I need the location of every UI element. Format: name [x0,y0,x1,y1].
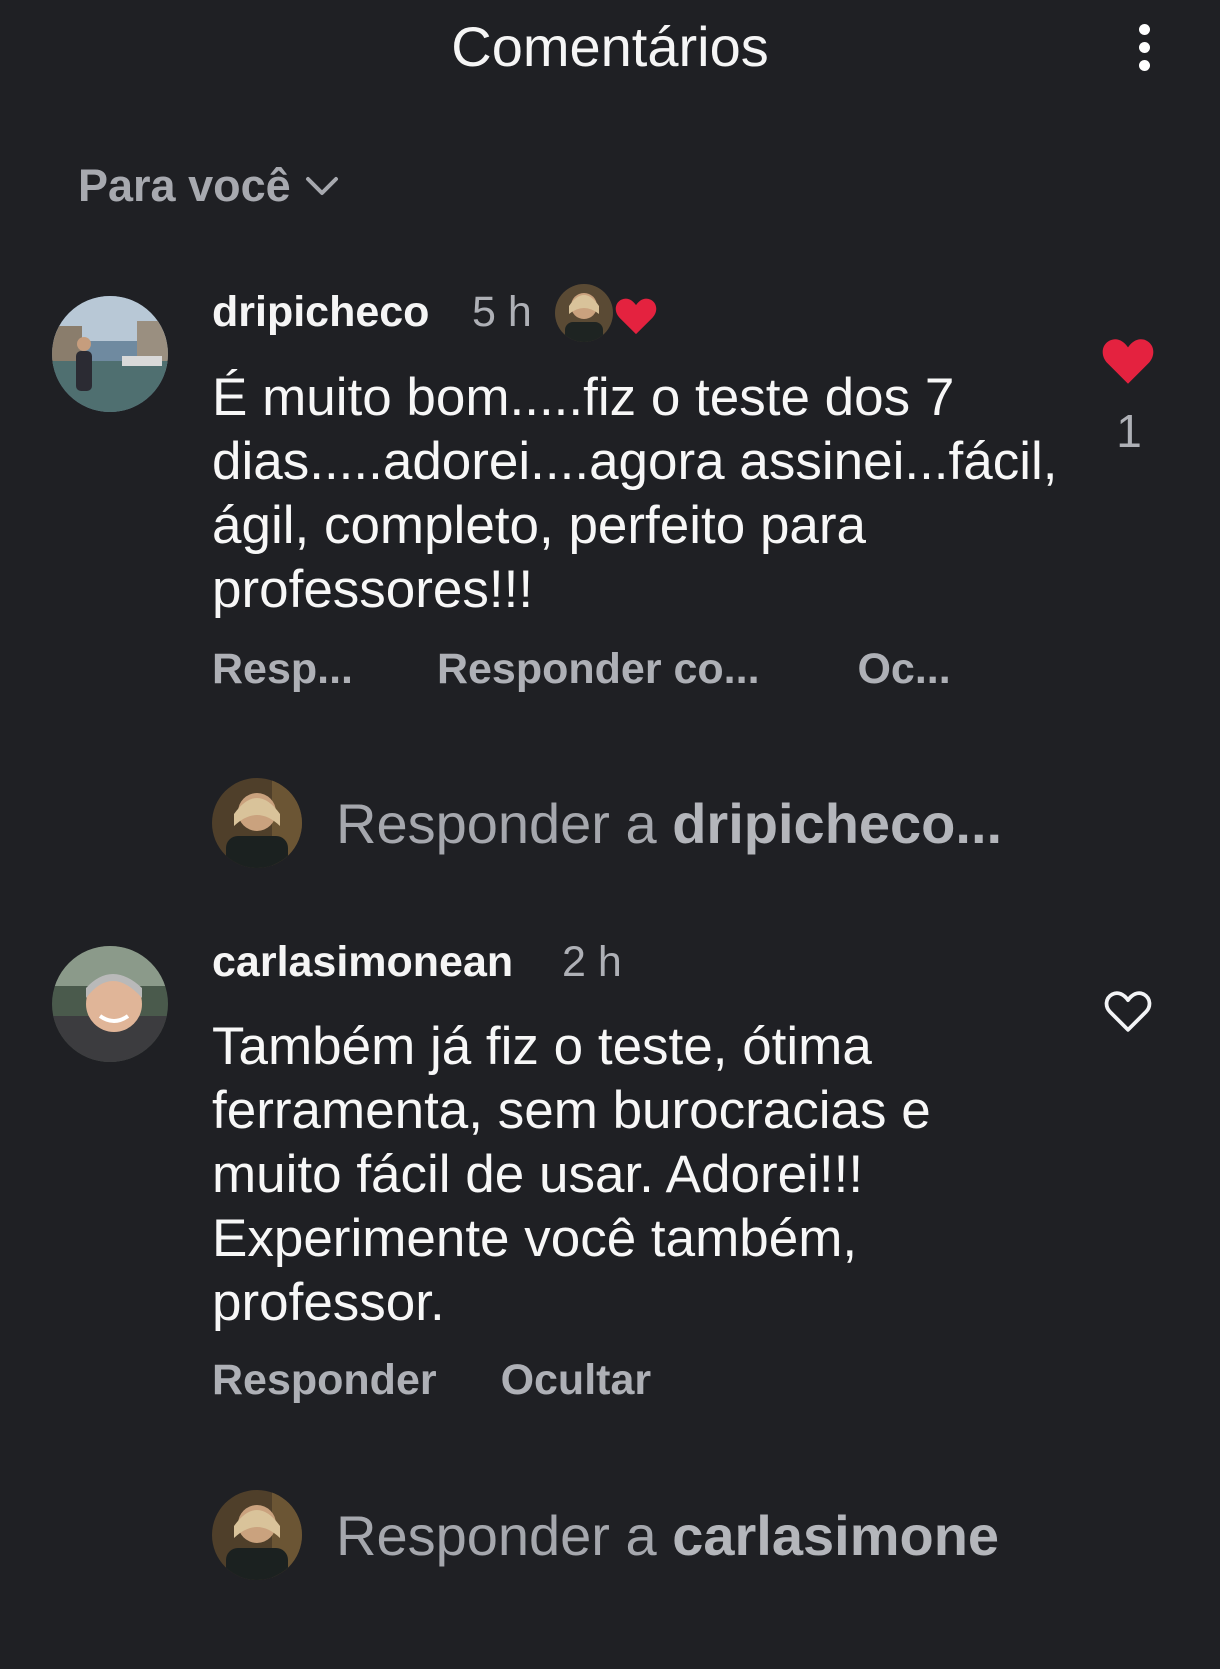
avatar [212,1490,302,1580]
avatar [212,778,302,868]
heart-outline-icon[interactable] [1102,988,1154,1034]
comment-actions: Responder Ocultar [212,1356,651,1405]
reply-button[interactable]: Responder [212,1356,437,1405]
page-title: Comentários [451,15,769,78]
reply-input[interactable]: Responder a dripicheco... [212,778,1002,868]
more-options-icon[interactable] [1126,18,1162,78]
heart-filled-icon[interactable] [1100,336,1156,386]
comment-text: Também já fiz o teste, ótima ferramenta,… [212,1017,931,1332]
chevron-down-icon [305,177,338,195]
hide-button[interactable]: Oc... [857,645,950,694]
avatar[interactable] [52,946,168,1062]
comment-text: É muito bom.....fiz o teste dos 7 dias..… [212,368,1058,619]
comment-username[interactable]: carlasimonean [212,938,513,987]
hide-button[interactable]: Ocultar [501,1356,652,1405]
reply-with-button[interactable]: Responder co... [437,645,760,694]
header: Comentários [0,0,1220,100]
author-avatar [555,284,613,342]
sort-filter-label: Para você [78,160,291,211]
reply-placeholder: Responder a dripicheco... [336,791,1003,855]
like-count: 1 [1116,405,1142,457]
comment-time: 5 h [472,288,532,336]
reply-button[interactable]: Resp... [212,645,353,694]
reply-placeholder: Responder a carlasimone [336,1503,1000,1567]
comment-time: 2 h [562,938,622,986]
author-liked-heart-icon [615,298,657,335]
comment-username[interactable]: dripicheco [212,288,429,337]
comment-actions: Resp... Responder co... Oc... [212,645,951,694]
avatar[interactable] [52,296,168,412]
reply-input[interactable]: Responder a carlasimone [212,1490,999,1580]
sort-filter-dropdown[interactable]: Para você [78,160,339,212]
